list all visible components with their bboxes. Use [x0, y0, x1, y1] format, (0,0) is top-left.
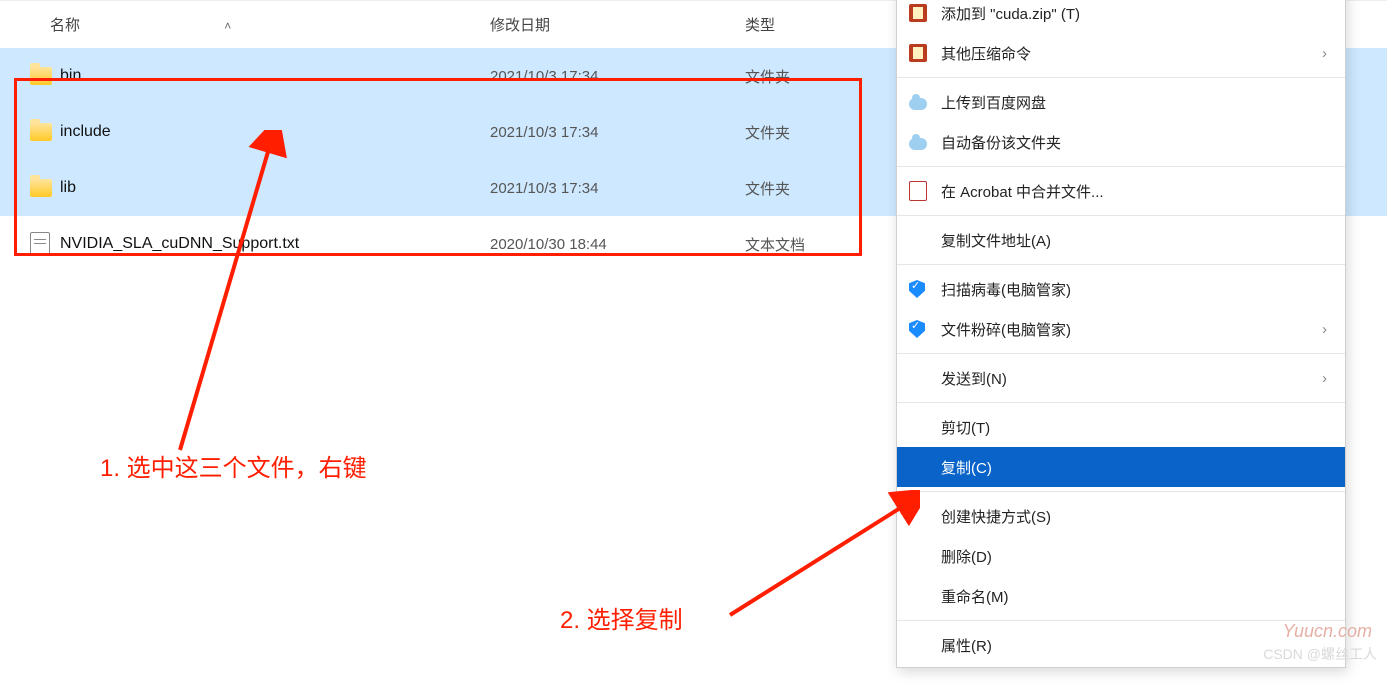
file-date: 2021/10/3 17:34	[490, 68, 745, 85]
menu-item-label: 文件粉碎(电脑管家)	[941, 319, 1322, 340]
cloud-icon	[909, 95, 941, 110]
folder-icon	[30, 123, 60, 141]
file-date: 2020/10/30 18:44	[490, 236, 745, 253]
menu-item-0[interactable]: 添加到 "cuda.zip" (T)	[897, 0, 1345, 33]
menu-item-13[interactable]: 发送到(N)›	[897, 358, 1345, 398]
menu-item-label: 扫描病毒(电脑管家)	[941, 279, 1327, 300]
menu-item-11[interactable]: 文件粉碎(电脑管家)›	[897, 309, 1345, 349]
zip-icon	[909, 4, 941, 22]
col-header-name[interactable]: 名称 ˄	[50, 14, 490, 35]
chevron-right-icon: ›	[1322, 321, 1327, 338]
menu-item-19[interactable]: 删除(D)	[897, 536, 1345, 576]
file-date: 2021/10/3 17:34	[490, 180, 745, 197]
menu-separator	[897, 215, 1345, 216]
menu-item-15[interactable]: 剪切(T)	[897, 407, 1345, 447]
menu-item-label: 重命名(M)	[941, 586, 1327, 607]
menu-item-3[interactable]: 上传到百度网盘	[897, 82, 1345, 122]
file-name: include	[60, 123, 490, 141]
menu-separator	[897, 620, 1345, 621]
col-header-date[interactable]: 修改日期	[490, 14, 745, 35]
annotation-step-2: 2. 选择复制	[560, 600, 683, 635]
col-name-label: 名称	[50, 17, 80, 34]
menu-item-label: 添加到 "cuda.zip" (T)	[941, 3, 1327, 24]
menu-separator	[897, 402, 1345, 403]
menu-item-label: 复制(C)	[941, 457, 1327, 478]
menu-item-18[interactable]: 创建快捷方式(S)	[897, 496, 1345, 536]
chevron-right-icon: ›	[1322, 370, 1327, 387]
menu-item-8[interactable]: 复制文件地址(A)	[897, 220, 1345, 260]
menu-item-label: 上传到百度网盘	[941, 92, 1327, 113]
chevron-right-icon: ›	[1322, 45, 1327, 62]
menu-separator	[897, 353, 1345, 354]
pdf-icon	[909, 181, 941, 201]
menu-item-10[interactable]: 扫描病毒(电脑管家)	[897, 269, 1345, 309]
shield-icon	[909, 320, 941, 338]
menu-item-label: 自动备份该文件夹	[941, 132, 1327, 153]
sort-asc-icon: ˄	[224, 19, 231, 33]
watermark-csdn: CSDN @螺丝工人	[1263, 644, 1377, 664]
cloud-icon	[909, 135, 941, 150]
menu-item-label: 删除(D)	[941, 546, 1327, 567]
menu-separator	[897, 166, 1345, 167]
file-name: NVIDIA_SLA_cuDNN_Support.txt	[60, 235, 490, 253]
menu-item-4[interactable]: 自动备份该文件夹	[897, 122, 1345, 162]
menu-item-label: 在 Acrobat 中合并文件...	[941, 181, 1327, 202]
annotation-step-1: 1. 选中这三个文件，右键	[100, 448, 367, 483]
file-name: lib	[60, 179, 490, 197]
menu-separator	[897, 77, 1345, 78]
menu-item-20[interactable]: 重命名(M)	[897, 576, 1345, 616]
folder-icon	[30, 179, 60, 197]
context-menu: 添加到 "cuda.zip" (T)其他压缩命令›上传到百度网盘自动备份该文件夹…	[896, 0, 1346, 668]
menu-item-1[interactable]: 其他压缩命令›	[897, 33, 1345, 73]
zip-icon	[909, 44, 941, 62]
file-name: bin	[60, 67, 490, 85]
watermark-site: Yuucn.com	[1283, 621, 1372, 642]
file-date: 2021/10/3 17:34	[490, 124, 745, 141]
menu-separator	[897, 491, 1345, 492]
menu-item-label: 复制文件地址(A)	[941, 230, 1327, 251]
menu-item-label: 剪切(T)	[941, 417, 1327, 438]
menu-item-label: 其他压缩命令	[941, 43, 1322, 64]
text-file-icon	[30, 232, 60, 256]
menu-item-16[interactable]: 复制(C)	[897, 447, 1345, 487]
folder-icon	[30, 67, 60, 85]
menu-item-6[interactable]: 在 Acrobat 中合并文件...	[897, 171, 1345, 211]
menu-item-label: 发送到(N)	[941, 368, 1322, 389]
shield-icon	[909, 280, 941, 298]
menu-separator	[897, 264, 1345, 265]
menu-item-label: 创建快捷方式(S)	[941, 506, 1327, 527]
